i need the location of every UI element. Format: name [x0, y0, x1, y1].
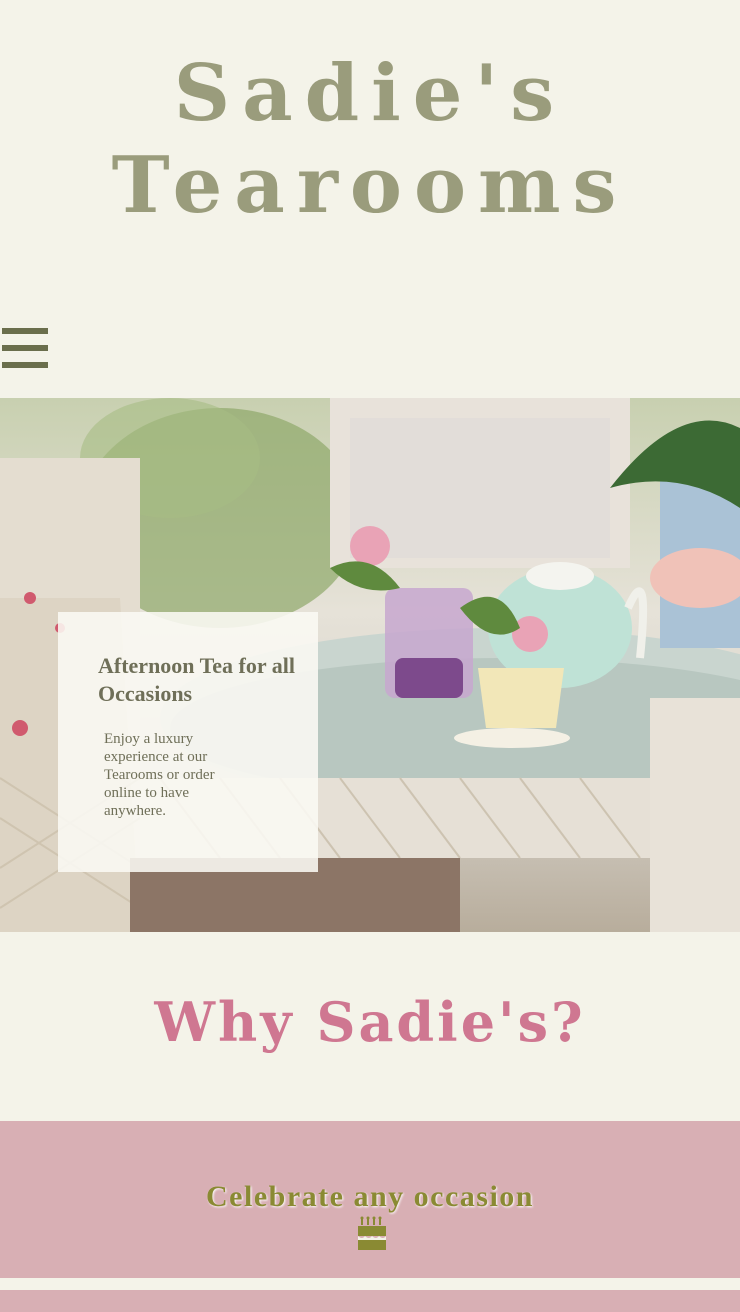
hero-heading: Afternoon Tea for all Occasions — [98, 653, 295, 706]
site-title-line2: Tearooms — [111, 140, 629, 231]
hero-banner: Afternoon Tea for all Occasions Enjoy a … — [0, 398, 740, 932]
menu-bar — [2, 345, 48, 351]
next-feature-section — [0, 1290, 740, 1312]
hero-description: Enjoy a luxury experience at our Tearoom… — [104, 731, 215, 819]
site-title: Sadie's Tearooms — [0, 48, 740, 232]
feature-heading: Celebrate any occasion — [206, 1180, 534, 1213]
hero-card: Afternoon Tea for all Occasions Enjoy a … — [58, 612, 318, 872]
why-heading: Why Sadie's? — [154, 990, 586, 1054]
birthday-cake-icon — [358, 1216, 386, 1250]
hamburger-menu-icon[interactable] — [2, 328, 48, 368]
menu-bar — [2, 362, 48, 368]
menu-bar — [2, 328, 48, 334]
site-title-line1: Sadie's — [173, 48, 567, 139]
